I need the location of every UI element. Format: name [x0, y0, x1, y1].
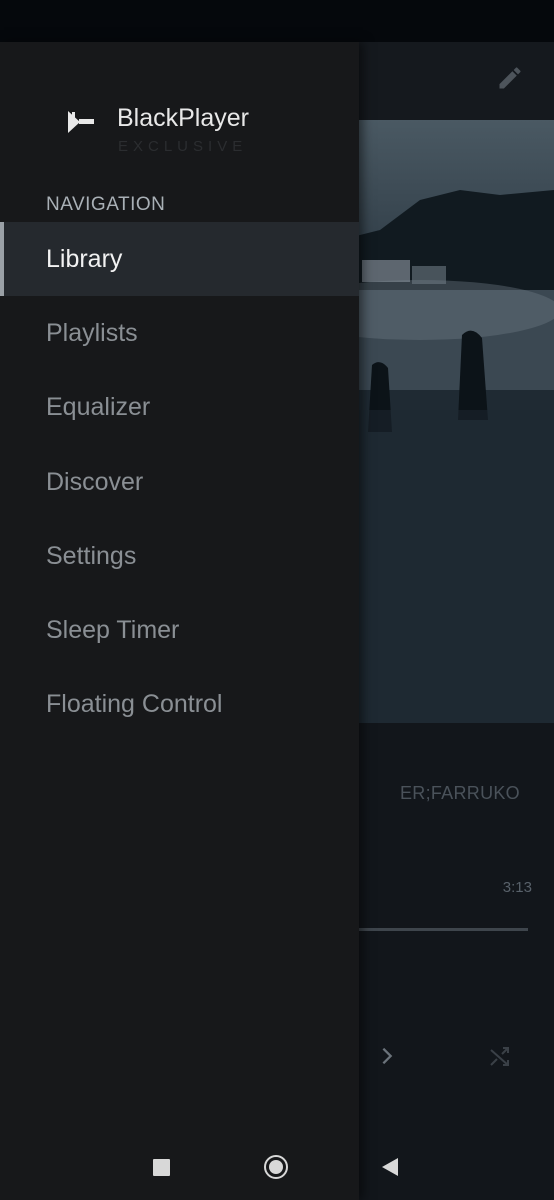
nav-item-label: Sleep Timer: [46, 616, 180, 645]
duration-text: 3:13: [502, 879, 532, 896]
nav-item-settings[interactable]: Settings: [0, 519, 359, 593]
nav-item-sleep-timer[interactable]: Sleep Timer: [0, 593, 359, 667]
nav-item-label: Equalizer: [46, 393, 151, 422]
nav-item-playlists[interactable]: Playlists: [0, 296, 359, 370]
nav-item-discover[interactable]: Discover: [0, 445, 359, 519]
recents-button[interactable]: [153, 1159, 170, 1176]
nav-item-equalizer[interactable]: Equalizer: [0, 371, 359, 445]
nav-item-floating-control[interactable]: Floating Control: [0, 668, 359, 742]
back-button[interactable]: [382, 1158, 398, 1176]
navigation-drawer: BlackPlayer EXCLUSIVE NAVIGATION Library…: [0, 42, 359, 1200]
blackplayer-logo-icon: [68, 111, 94, 133]
nav-item-label: Library: [46, 244, 123, 273]
home-button[interactable]: [264, 1155, 288, 1179]
edit-pencil-icon[interactable]: [496, 64, 524, 92]
nav-item-label: Settings: [46, 541, 137, 570]
app-edition: EXCLUSIVE: [118, 138, 248, 155]
nav-item-label: Playlists: [46, 318, 138, 347]
next-chevron-icon[interactable]: [376, 1045, 398, 1067]
app-name: BlackPlayer: [117, 104, 249, 132]
nav-item-label: Floating Control: [46, 690, 223, 719]
system-nav-bar: [0, 1134, 554, 1200]
status-bar: [0, 0, 554, 42]
nav-item-library[interactable]: Library: [0, 222, 359, 297]
nav-header: NAVIGATION: [46, 194, 166, 215]
shuffle-icon[interactable]: [488, 1045, 512, 1069]
nav-list: Library Playlists Equalizer Discover Set…: [0, 222, 359, 742]
nav-item-label: Discover: [46, 467, 144, 496]
